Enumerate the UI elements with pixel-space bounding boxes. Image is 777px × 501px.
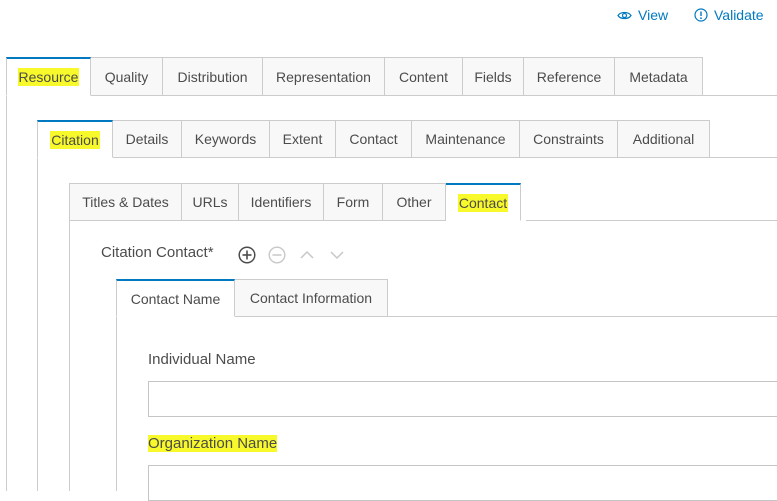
view-link[interactable]: View <box>617 6 668 24</box>
tab-urls[interactable]: URLs <box>182 183 239 221</box>
tab-label: Content <box>398 68 449 85</box>
organization-name-label-text: Organization Name <box>148 435 278 452</box>
contact-tab-bar: Contact Name Contact Information <box>116 279 388 317</box>
tab-titles-dates[interactable]: Titles & Dates <box>69 183 182 221</box>
tab-label: Citation <box>50 130 100 149</box>
alert-circle-icon <box>694 8 708 22</box>
tab-label: Reference <box>536 68 602 85</box>
citation-tab-bar: Titles & Dates URLs Identifiers Form Oth… <box>69 183 521 221</box>
tab-other[interactable]: Other <box>383 183 446 221</box>
contact-name-panel-border <box>116 317 117 491</box>
tab-label: Keywords <box>194 131 257 147</box>
tab-contact-name[interactable]: Contact Name <box>116 279 235 317</box>
tab-citation[interactable]: Citation <box>37 120 113 158</box>
tab-citation-contact[interactable]: Contact <box>446 183 521 221</box>
tab-label: Details <box>125 131 169 147</box>
add-circle-icon <box>238 246 256 264</box>
tab-extent[interactable]: Extent <box>270 120 336 158</box>
organization-name-input[interactable] <box>148 465 777 501</box>
remove-contact-button[interactable] <box>267 245 287 265</box>
tab-metadata[interactable]: Metadata <box>615 57 703 96</box>
tab-additional[interactable]: Additional <box>618 120 710 158</box>
eye-icon <box>617 11 632 19</box>
move-up-button[interactable] <box>297 245 317 265</box>
tab-keywords[interactable]: Keywords <box>182 120 270 158</box>
citation-panel-border <box>37 158 38 491</box>
tab-contact-information[interactable]: Contact Information <box>235 279 388 317</box>
contact-tab-baseline <box>387 316 777 317</box>
tab-label: Extent <box>282 131 323 147</box>
tab-label: Form <box>336 194 370 210</box>
individual-name-input[interactable] <box>148 381 777 417</box>
tab-reference[interactable]: Reference <box>524 57 615 96</box>
tab-identifiers[interactable]: Identifiers <box>239 183 324 221</box>
tab-distribution[interactable]: Distribution <box>163 57 263 96</box>
tab-label: Resource <box>17 68 80 86</box>
tab-details[interactable]: Details <box>113 120 182 158</box>
remove-circle-icon <box>268 246 286 264</box>
contact-panel-border <box>69 221 70 491</box>
tab-label: Representation <box>276 68 371 85</box>
tab-label: Contact Name <box>130 290 221 307</box>
tab-label: Contact <box>349 131 398 147</box>
tab-label: Quality <box>104 68 149 85</box>
citation-contact-label: Citation Contact* <box>101 244 214 261</box>
tab-contact[interactable]: Contact <box>336 120 412 158</box>
tab-constraints[interactable]: Constraints <box>520 120 618 158</box>
tab-fields[interactable]: Fields <box>463 57 524 96</box>
add-contact-button[interactable] <box>237 245 257 265</box>
tab-label: Metadata <box>629 68 688 85</box>
tab-resource[interactable]: Resource <box>6 57 91 96</box>
main-tab-baseline <box>703 95 777 96</box>
tab-form[interactable]: Form <box>324 183 383 221</box>
validate-label: Validate <box>714 7 764 23</box>
tab-representation[interactable]: Representation <box>263 57 385 96</box>
individual-name-label: Individual Name <box>148 351 256 368</box>
resource-tab-bar: Citation Details Keywords Extent Contact… <box>37 120 710 158</box>
chevron-down-icon <box>330 251 344 260</box>
tab-label: Maintenance <box>425 131 506 147</box>
citation-tab-baseline <box>526 220 777 221</box>
resource-tab-baseline <box>710 157 777 158</box>
tab-label: Contact <box>457 193 509 212</box>
tab-label: Fields <box>474 68 512 85</box>
move-down-button[interactable] <box>327 245 347 265</box>
main-tab-bar: Resource Quality Distribution Representa… <box>6 57 703 96</box>
tab-label: Distribution <box>177 68 248 85</box>
tab-maintenance[interactable]: Maintenance <box>412 120 520 158</box>
view-label: View <box>638 7 669 23</box>
tab-content[interactable]: Content <box>385 57 463 96</box>
tab-label: URLs <box>192 194 228 210</box>
tab-label: Contact Information <box>249 290 373 306</box>
tab-label: Additional <box>632 131 695 147</box>
tab-label: Identifiers <box>250 194 312 210</box>
tab-quality[interactable]: Quality <box>91 57 163 96</box>
tab-label: Titles & Dates <box>82 194 169 210</box>
chevron-up-icon <box>300 250 314 259</box>
validate-link[interactable]: Validate <box>694 6 764 24</box>
tab-label: Other <box>396 194 432 210</box>
organization-name-label: Organization Name <box>148 435 278 452</box>
resource-panel-border <box>6 96 7 491</box>
tab-label: Constraints <box>533 131 604 147</box>
